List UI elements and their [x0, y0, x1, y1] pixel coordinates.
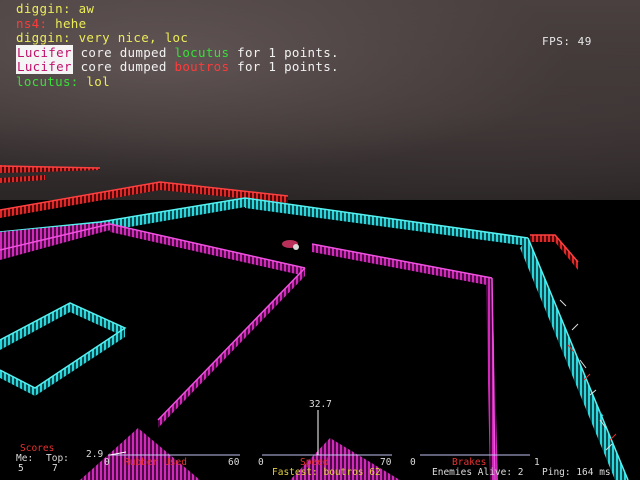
chat-line: diggin: aw: [16, 1, 339, 17]
rubber-value: 2.9: [86, 449, 104, 460]
top-score: 7: [52, 463, 58, 474]
game-viewport[interactable]: { "chat": [ {"name": "diggin:", "name_co…: [0, 0, 640, 480]
speed-max: 70: [380, 457, 392, 468]
chat-message: lol: [78, 73, 110, 89]
red-light-wall: [0, 165, 579, 270]
chat-line: diggin: very nice, loc: [16, 30, 339, 46]
chat-message: hehe: [47, 15, 87, 31]
kill-suffix: for 1 points.: [229, 59, 339, 74]
chat-message: very nice, loc: [70, 30, 189, 45]
rubber-label: Rubber Used: [124, 457, 187, 468]
rubber-max: 60: [228, 457, 240, 468]
chat-line: locutus: lol: [16, 73, 339, 90]
victim-name: boutros: [174, 59, 230, 74]
kill-verb: core dumped: [72, 59, 175, 74]
rubber-min: 0: [104, 457, 110, 468]
fps-value: 49: [577, 35, 592, 48]
me-score: 5: [18, 463, 24, 474]
chat-player-name: diggin:: [16, 1, 71, 16]
light-cycle: [282, 240, 299, 250]
victim-name: locutus: [174, 44, 230, 60]
speed-value: 32.7: [309, 399, 332, 410]
chat-player-name: ns4:: [16, 15, 48, 31]
chat-log: diggin: aw ns4: hehe diggin: very nice, …: [16, 1, 339, 90]
magenta-light-wall: [0, 222, 498, 480]
kill-message: Lucifer core dumped boutros for 1 points…: [16, 59, 339, 75]
brakes-max: 1: [534, 457, 540, 468]
chat-player-name: locutus:: [16, 73, 79, 89]
ping-readout: Ping: 164 ms: [542, 467, 611, 478]
chat-line: ns4: hehe: [16, 15, 339, 32]
killer-name: Lucifer: [16, 44, 73, 60]
chat-message: aw: [70, 1, 95, 16]
enemies-alive: Enemies Alive: 2: [432, 467, 524, 478]
fastest-player: Fastest: boutros 62: [272, 467, 381, 478]
brakes-min: 0: [410, 457, 416, 468]
kill-verb: core dumped: [72, 44, 175, 60]
explosion-debris: [559, 299, 617, 451]
speed-min: 0: [258, 457, 264, 468]
kill-suffix: for 1 points.: [229, 44, 339, 60]
chat-player-name: diggin:: [16, 30, 71, 45]
fps-counter: FPS: 49: [542, 35, 592, 48]
kill-message: Lucifer core dumped locutus for 1 points…: [16, 44, 339, 61]
killer-name: Lucifer: [16, 59, 73, 74]
fps-label: FPS:: [542, 35, 571, 48]
